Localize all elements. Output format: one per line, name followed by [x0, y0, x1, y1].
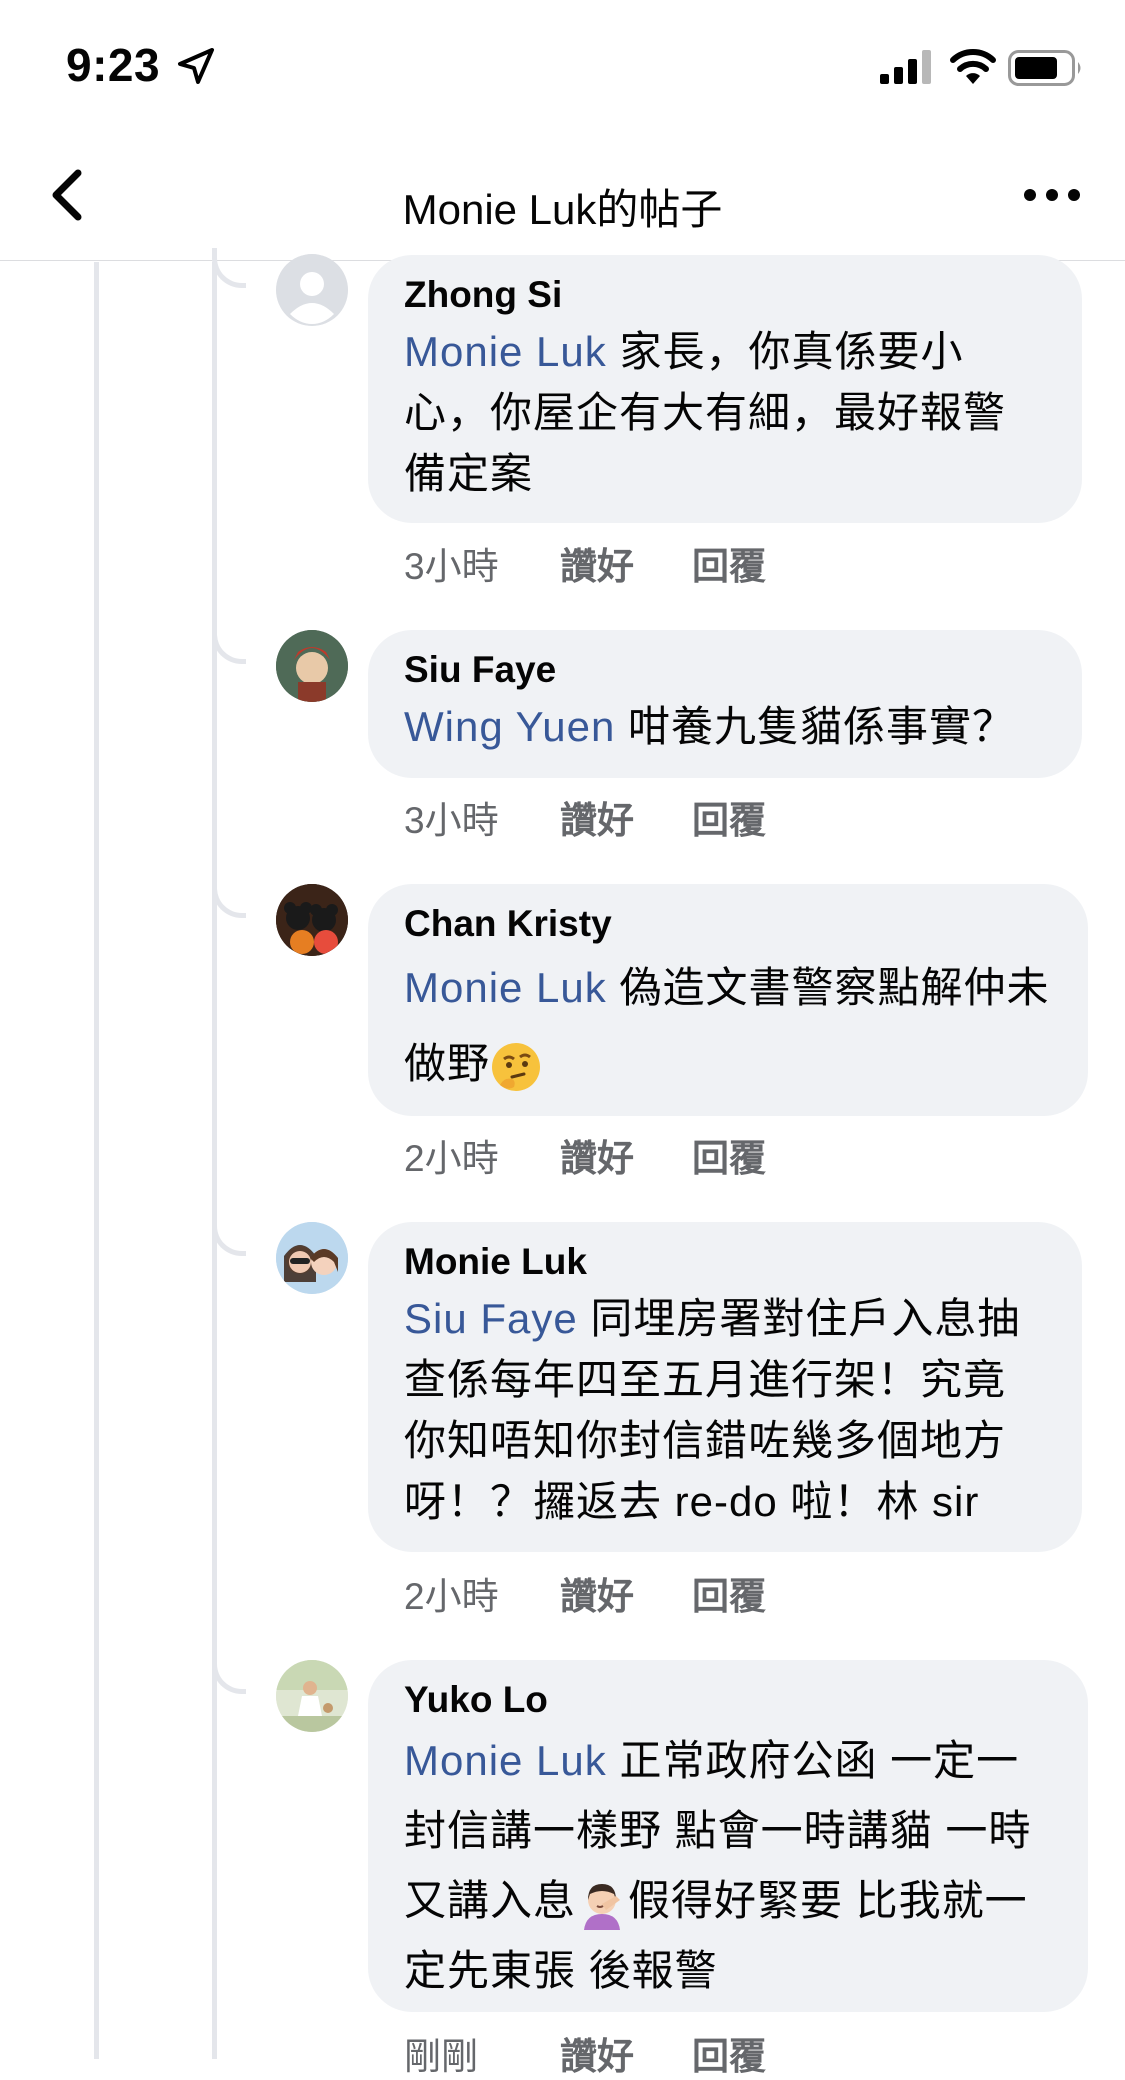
- comment-bubble[interactable]: Chan Kristy Monie Luk 偽造文書警察點解仲未做野: [368, 884, 1088, 1116]
- comment-meta: 3小時 讚好 回覆: [404, 790, 766, 844]
- comment-text: Wing Yuen 咁養九隻貓係事實？: [404, 703, 1016, 750]
- default-avatar-icon: [276, 254, 348, 326]
- comment-time: 3小時: [404, 546, 499, 587]
- comment-bubble[interactable]: Zhong Si Monie Luk 家長，你真係要小心，你屋企有大有細，最好報…: [368, 255, 1082, 523]
- mention-link[interactable]: Siu Faye: [404, 1295, 578, 1342]
- thread-line-outer: [94, 262, 99, 2059]
- mention-link[interactable]: Wing Yuen: [404, 703, 615, 750]
- comment-author[interactable]: Yuko Lo: [404, 1678, 1052, 1722]
- thread-connector: [212, 1654, 246, 1694]
- more-options-icon[interactable]: [1020, 170, 1084, 220]
- avatar-image: [276, 884, 348, 956]
- reply-button[interactable]: 回覆: [692, 536, 766, 590]
- avatar-image: [276, 1660, 348, 1732]
- comment-time: 剛剛: [404, 2036, 478, 2077]
- comment-bubble[interactable]: Siu Faye Wing Yuen 咁養九隻貓係事實？: [368, 630, 1082, 778]
- like-button[interactable]: 讚好: [560, 1128, 692, 1182]
- facepalm-person-icon: [584, 1883, 621, 1930]
- comment-author[interactable]: Siu Faye: [404, 648, 1046, 692]
- thread-connector: [212, 248, 246, 288]
- battery-icon: [1008, 50, 1081, 86]
- comment-text: Monie Luk 正常政府公函 一定一封信講一樣野 點會一時講貓 一時又講入息…: [404, 1737, 1032, 1994]
- avatar-image: [276, 1222, 348, 1294]
- comment-meta: 2小時 讚好 回覆: [404, 1128, 766, 1182]
- comment-text: Monie Luk 偽造文書警察點解仲未做野: [404, 950, 1052, 1102]
- avatar[interactable]: [276, 254, 348, 326]
- comment-time: 2小時: [404, 1138, 499, 1179]
- like-button[interactable]: 讚好: [560, 790, 692, 844]
- reply-button[interactable]: 回覆: [692, 1128, 766, 1182]
- like-button[interactable]: 讚好: [560, 536, 692, 590]
- navigation-bar: Monie Luk的帖子: [0, 130, 1125, 261]
- avatar[interactable]: [276, 1660, 348, 1732]
- thinking-face-icon: [492, 1042, 541, 1091]
- like-button[interactable]: 讚好: [560, 2026, 692, 2080]
- location-arrow-icon: [178, 48, 214, 84]
- comment-meta: 3小時 讚好 回覆: [404, 536, 766, 590]
- avatar[interactable]: [276, 1222, 348, 1294]
- comment-author[interactable]: Zhong Si: [404, 273, 1046, 317]
- mention-link[interactable]: Monie Luk: [404, 964, 607, 1011]
- page-title: Monie Luk的帖子: [402, 186, 723, 233]
- like-button[interactable]: 讚好: [560, 1566, 692, 1620]
- thread-connector: [212, 624, 246, 664]
- comment-text: Siu Faye 同埋房署對住戶入息抽查係每年四至五月進行架！究竟你知唔知你封信…: [404, 1295, 1021, 1525]
- mention-link[interactable]: Monie Luk: [404, 1737, 607, 1784]
- thread-line-inner: [212, 262, 217, 2059]
- avatar[interactable]: [276, 630, 348, 702]
- comment-time: 3小時: [404, 800, 499, 841]
- comment-meta: 剛剛 讚好 回覆: [404, 2026, 766, 2080]
- comment-time: 2小時: [404, 1576, 499, 1617]
- wifi-icon: [950, 49, 996, 84]
- comment-bubble[interactable]: Monie Luk Siu Faye 同埋房署對住戶入息抽查係每年四至五月進行架…: [368, 1222, 1082, 1552]
- comment-author[interactable]: Chan Kristy: [404, 902, 1052, 946]
- status-bar: 9:23: [0, 0, 1125, 130]
- reply-button[interactable]: 回覆: [692, 1566, 766, 1620]
- reply-button[interactable]: 回覆: [692, 790, 766, 844]
- comment-author[interactable]: Monie Luk: [404, 1240, 1046, 1284]
- thread-connector: [212, 1216, 246, 1256]
- avatar[interactable]: [276, 884, 348, 956]
- thread-connector: [212, 878, 246, 918]
- status-time: 9:23: [66, 39, 161, 91]
- cellular-signal-icon: [880, 50, 931, 84]
- avatar-image: [276, 630, 348, 702]
- comment-meta: 2小時 讚好 回覆: [404, 1566, 766, 1620]
- comment-bubble[interactable]: Yuko Lo Monie Luk 正常政府公函 一定一封信講一樣野 點會一時講…: [368, 1660, 1088, 2012]
- comment-text: Monie Luk 家長，你真係要小心，你屋企有大有細，最好報警備定案: [404, 328, 1007, 497]
- reply-button[interactable]: 回覆: [692, 2026, 766, 2080]
- mention-link[interactable]: Monie Luk: [404, 328, 607, 375]
